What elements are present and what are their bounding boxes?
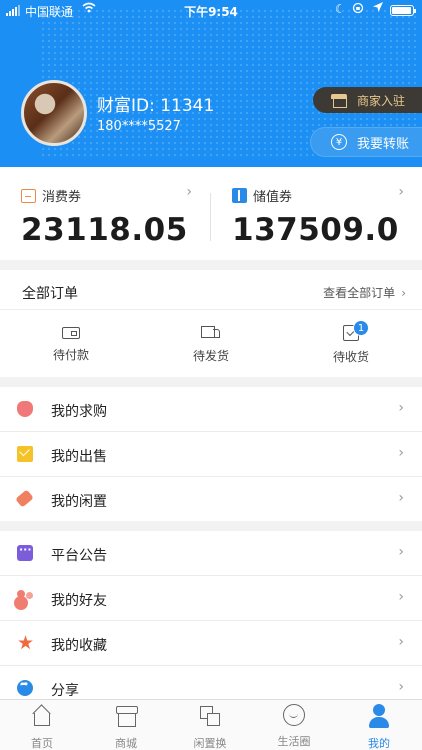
chevron-right-icon: ›: [398, 679, 404, 695]
chevron-right-icon: ›: [398, 490, 404, 506]
avatar[interactable]: [21, 80, 87, 146]
view-all-orders-link[interactable]: 查看全部订单 ›: [323, 284, 406, 301]
tab-mine[interactable]: 我的: [337, 704, 421, 750]
shop-icon: [114, 704, 138, 728]
menu-item-favorites[interactable]: ★ 我的收藏 ›: [0, 621, 422, 666]
menu-item-my-sales[interactable]: 我的出售 ›: [0, 432, 422, 477]
menu-group-social: 平台公告 › 我的好友 › ★ 我的收藏 › 分享 ›: [0, 531, 422, 699]
star-icon: ★: [17, 632, 35, 654]
chevron-right-icon: ›: [398, 445, 404, 461]
transfer-label: 我要转账: [357, 136, 410, 152]
friends-icon: [17, 590, 35, 606]
tab-label: 商城: [115, 737, 137, 750]
menu-item-label: 我的好友: [51, 593, 107, 609]
consumption-coupon-value: 23118.05: [21, 212, 188, 248]
tab-label: 闲置换: [193, 737, 227, 750]
menu-group-trading: 我的求购 › 我的出售 › 我的闲置 ›: [0, 387, 422, 521]
moon-icon: ☾: [335, 2, 346, 16]
tab-label: 首页: [31, 737, 53, 750]
order-pending-shipment[interactable]: 待发货: [141, 322, 281, 364]
menu-item-friends[interactable]: 我的好友 ›: [0, 576, 422, 621]
chevron-right-icon: ›: [398, 544, 404, 560]
order-count-badge: 1: [353, 320, 369, 336]
tab-life-circle[interactable]: 生活圈: [252, 704, 336, 749]
money-bag-icon: [17, 401, 33, 417]
phone-number: 180****5527: [97, 119, 181, 134]
wallet-icon: [62, 327, 80, 339]
menu-item-label: 平台公告: [51, 548, 107, 564]
menu-item-label: 分享: [51, 683, 79, 699]
menu-item-my-purchase[interactable]: 我的求购 ›: [0, 387, 422, 432]
status-bar: 中国联通 下午9:54 ☾: [0, 0, 422, 22]
tab-label: 生活圈: [277, 735, 311, 748]
chevron-right-icon: ›: [398, 589, 404, 605]
view-all-orders-label: 查看全部订单: [323, 286, 396, 300]
menu-item-label: 我的出售: [51, 449, 107, 465]
consumption-coupon-card[interactable]: 消费券 › 23118.05: [0, 167, 210, 260]
menu-item-label: 我的求购: [51, 404, 107, 420]
profile-header: 中国联通 下午9:54 ☾ 财富ID: 11341 180****5527 商家…: [0, 0, 422, 167]
envelope-icon: [17, 446, 33, 462]
bottom-tab-bar: 首页 商城 闲置换 生活圈 我的: [0, 699, 422, 750]
menu-item-my-idle[interactable]: 我的闲置 ›: [0, 477, 422, 522]
yuan-icon: ¥: [331, 134, 347, 150]
battery-icon: [390, 5, 416, 16]
tag-icon: [15, 489, 34, 508]
chevron-right-icon: ›: [401, 286, 406, 300]
stored-value-coupon-label: 储值券: [253, 190, 293, 205]
merchant-join-button[interactable]: 商家入驻: [313, 87, 422, 113]
chevron-right-icon: ›: [186, 184, 192, 200]
share-icon: [17, 679, 33, 696]
orders-title: 全部订单: [22, 286, 78, 302]
tab-label: 我的: [368, 737, 390, 750]
location-icon: [372, 1, 384, 16]
order-pending-payment[interactable]: 待付款: [1, 322, 141, 363]
truck-icon: [201, 326, 221, 340]
menu-item-announcements[interactable]: 平台公告 ›: [0, 531, 422, 576]
profile-icon: [367, 704, 391, 728]
menu-item-label: 我的闲置: [51, 494, 107, 510]
consumption-coupon-label: 消费券: [42, 190, 82, 205]
wealth-id: 财富ID: 11341: [97, 96, 215, 116]
merchant-join-label: 商家入驻: [357, 93, 406, 108]
chat-icon: [17, 543, 33, 561]
stored-value-coupon-value: 137509.0: [232, 212, 399, 248]
order-pending-receipt[interactable]: 待收货: [281, 322, 421, 365]
chevron-right-icon: ›: [398, 184, 404, 200]
order-status-label: 待付款: [52, 348, 89, 362]
store-icon: [331, 93, 347, 108]
swap-icon: [198, 704, 222, 728]
coupon-summary: 消费券 › 23118.05 储值券 › 137509.0: [0, 167, 422, 260]
life-circle-icon: [283, 704, 305, 726]
stored-value-coupon-card[interactable]: 储值券 › 137509.0: [211, 167, 422, 260]
chevron-right-icon: ›: [398, 400, 404, 416]
book-icon: [232, 188, 247, 203]
orders-header: 全部订单 查看全部订单 ›: [0, 270, 422, 310]
transfer-button[interactable]: ¥ 我要转账: [310, 127, 422, 157]
tab-idle-exchange[interactable]: 闲置换: [168, 704, 252, 750]
tab-home[interactable]: 首页: [0, 704, 84, 750]
coupon-box-icon: [21, 188, 36, 203]
order-status-label: 待收货: [332, 350, 369, 364]
tab-mall[interactable]: 商城: [84, 704, 168, 750]
home-icon: [30, 704, 54, 728]
menu-item-label: 我的收藏: [51, 638, 107, 654]
order-status-label: 待发货: [192, 349, 229, 363]
chevron-right-icon: ›: [398, 634, 404, 650]
rotation-lock-icon: [352, 2, 364, 17]
